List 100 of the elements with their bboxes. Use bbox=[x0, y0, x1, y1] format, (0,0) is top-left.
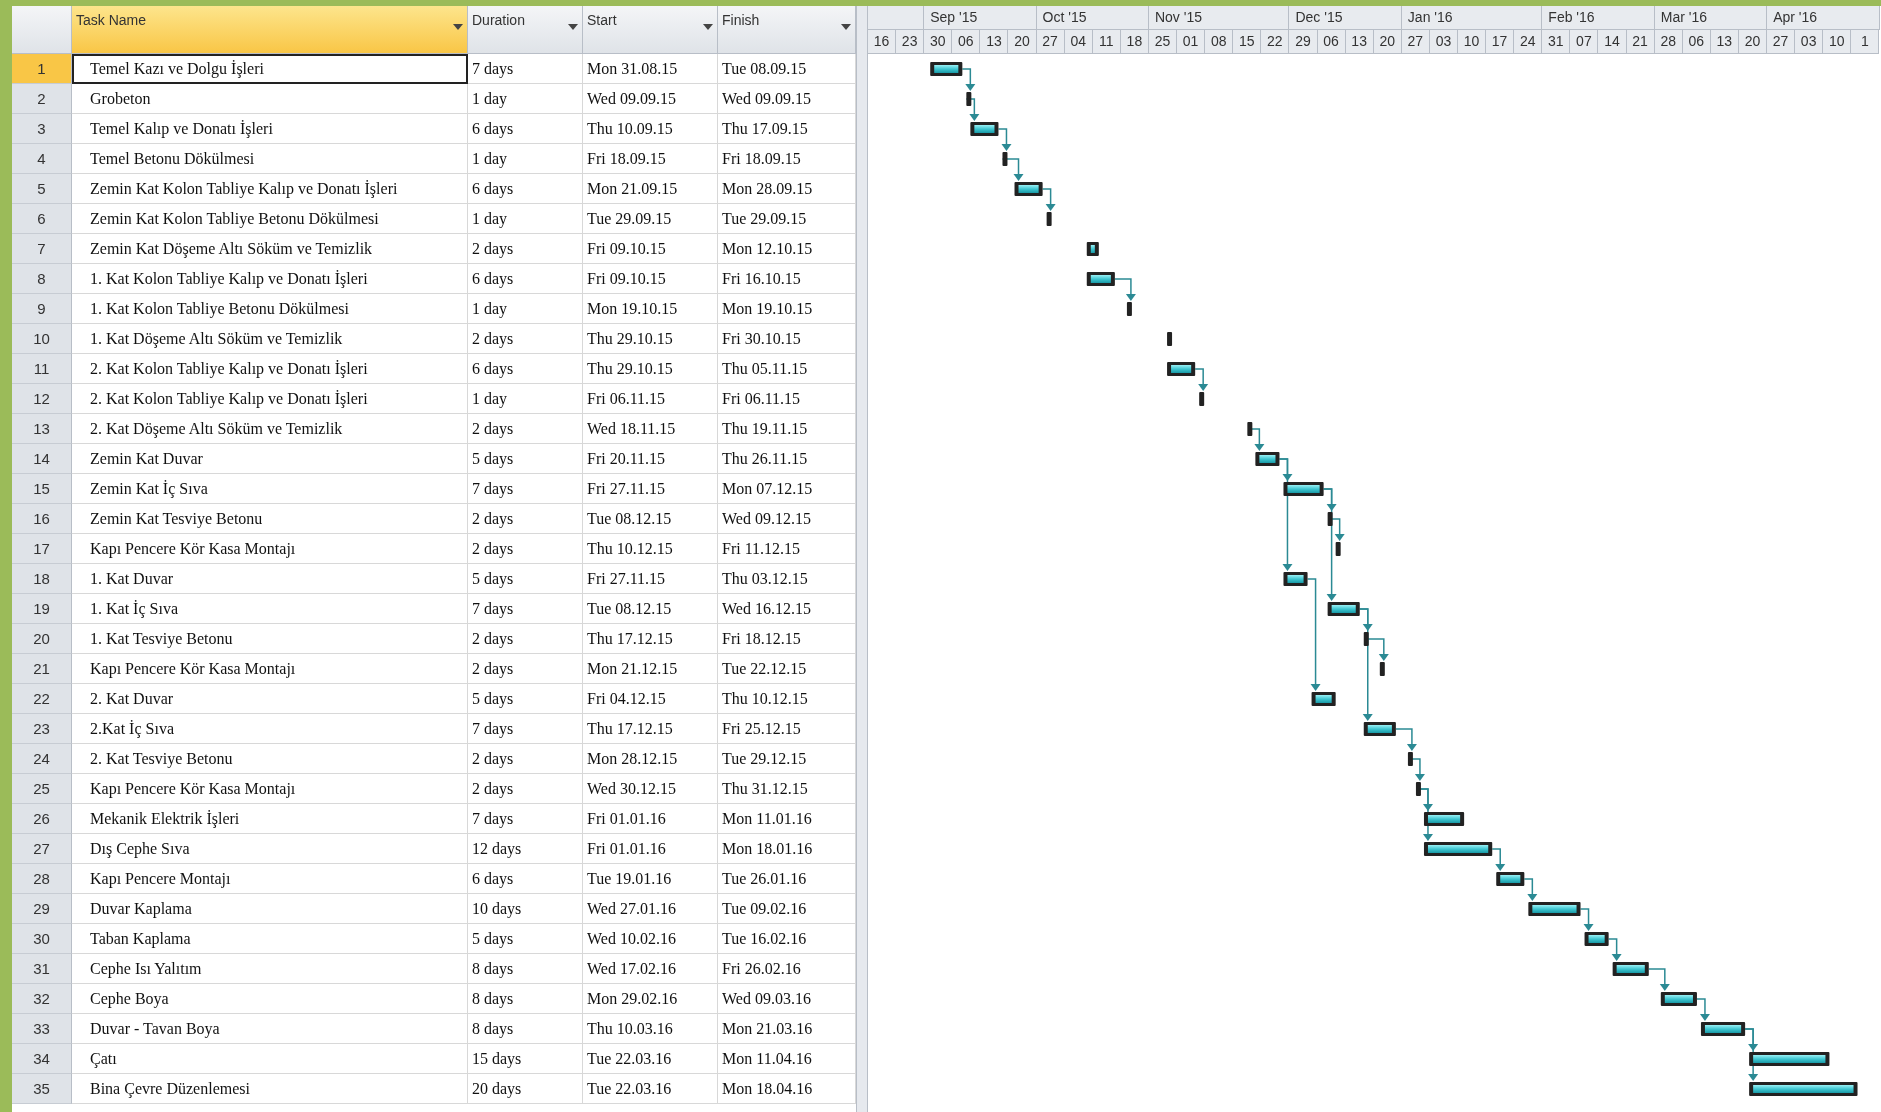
task-name-cell: Kapı Pencere Kör Kasa Montajı bbox=[72, 654, 468, 684]
task-bar[interactable] bbox=[1327, 512, 1333, 526]
task-bar[interactable] bbox=[1423, 812, 1465, 826]
row-number[interactable]: 11 bbox=[12, 354, 72, 384]
duration-cell: 1 day bbox=[468, 204, 583, 234]
week-header: 27 bbox=[1767, 30, 1796, 54]
task-bar[interactable] bbox=[1584, 932, 1609, 946]
row-number[interactable]: 35 bbox=[12, 1074, 72, 1104]
row-number[interactable]: 24 bbox=[12, 744, 72, 774]
row-number[interactable]: 1 bbox=[12, 54, 72, 84]
task-bar[interactable] bbox=[966, 92, 972, 106]
duration-cell: 7 days bbox=[468, 594, 583, 624]
task-bar[interactable] bbox=[1086, 242, 1099, 256]
task-bar[interactable] bbox=[1415, 782, 1421, 796]
row-number[interactable]: 9 bbox=[12, 294, 72, 324]
duration-cell: 6 days bbox=[468, 864, 583, 894]
row-number[interactable]: 22 bbox=[12, 684, 72, 714]
row-number[interactable]: 27 bbox=[12, 834, 72, 864]
task-bar[interactable] bbox=[1283, 482, 1324, 496]
row-number[interactable]: 31 bbox=[12, 954, 72, 984]
start-cell: Fri 06.11.15 bbox=[583, 384, 718, 414]
row-number[interactable]: 26 bbox=[12, 804, 72, 834]
start-cell: Tue 19.01.16 bbox=[583, 864, 718, 894]
month-header: Nov '15 bbox=[1148, 6, 1290, 30]
task-bar[interactable] bbox=[1363, 632, 1369, 646]
task-bar[interactable] bbox=[1335, 542, 1341, 556]
week-header: 28 bbox=[1654, 30, 1683, 54]
column-header[interactable]: Finish bbox=[718, 6, 856, 54]
row-number[interactable]: 29 bbox=[12, 894, 72, 924]
row-number[interactable]: 15 bbox=[12, 474, 72, 504]
row-number[interactable]: 33 bbox=[12, 1014, 72, 1044]
row-number[interactable]: 4 bbox=[12, 144, 72, 174]
dropdown-caret-icon[interactable] bbox=[841, 24, 851, 30]
task-bar[interactable] bbox=[1749, 1052, 1830, 1066]
task-name-cell: 2.Kat İç Sıva bbox=[72, 714, 468, 744]
column-header[interactable]: Task Name bbox=[72, 6, 468, 54]
dropdown-caret-icon[interactable] bbox=[703, 24, 713, 30]
dependency-arrow bbox=[1523, 878, 1538, 901]
task-bar[interactable] bbox=[1086, 272, 1115, 286]
row-number[interactable]: 30 bbox=[12, 924, 72, 954]
row-number[interactable]: 34 bbox=[12, 1044, 72, 1074]
task-bar[interactable] bbox=[1496, 872, 1525, 886]
task-bar[interactable] bbox=[1002, 152, 1008, 166]
task-bar[interactable] bbox=[1167, 332, 1173, 346]
row-number[interactable]: 21 bbox=[12, 654, 72, 684]
start-cell: Thu 29.10.15 bbox=[583, 354, 718, 384]
week-header: 18 bbox=[1120, 30, 1149, 54]
task-bar[interactable] bbox=[1528, 902, 1581, 916]
task-bar[interactable] bbox=[1014, 182, 1043, 196]
row-number[interactable]: 32 bbox=[12, 984, 72, 1014]
task-bar[interactable] bbox=[1700, 1022, 1746, 1036]
task-bar[interactable] bbox=[1363, 722, 1396, 736]
row-number[interactable]: 18 bbox=[12, 564, 72, 594]
column-header[interactable]: Start bbox=[583, 6, 718, 54]
row-number[interactable]: 10 bbox=[12, 324, 72, 354]
task-bar[interactable] bbox=[1423, 842, 1493, 856]
task-bar[interactable] bbox=[1327, 602, 1360, 616]
task-name-cell: Zemin Kat Tesviye Betonu bbox=[72, 504, 468, 534]
row-number[interactable]: 8 bbox=[12, 264, 72, 294]
task-bar[interactable] bbox=[1199, 392, 1205, 406]
row-number[interactable]: 23 bbox=[12, 714, 72, 744]
start-cell: Mon 29.02.16 bbox=[583, 984, 718, 1014]
duration-cell: 2 days bbox=[468, 744, 583, 774]
duration-cell: 1 day bbox=[468, 84, 583, 114]
task-bar[interactable] bbox=[1255, 452, 1280, 466]
task-bar[interactable] bbox=[1247, 422, 1253, 436]
row-number[interactable]: 14 bbox=[12, 444, 72, 474]
row-number[interactable]: 25 bbox=[12, 774, 72, 804]
task-bar[interactable] bbox=[1407, 752, 1413, 766]
duration-cell: 2 days bbox=[468, 654, 583, 684]
task-bar[interactable] bbox=[1379, 662, 1385, 676]
task-bar[interactable] bbox=[1660, 992, 1697, 1006]
row-number[interactable]: 7 bbox=[12, 234, 72, 264]
row-number[interactable]: 20 bbox=[12, 624, 72, 654]
task-bar[interactable] bbox=[1126, 302, 1132, 316]
task-bar[interactable] bbox=[1046, 212, 1052, 226]
duration-cell: 2 days bbox=[468, 774, 583, 804]
row-number[interactable]: 3 bbox=[12, 114, 72, 144]
dropdown-caret-icon[interactable] bbox=[453, 24, 463, 30]
row-number[interactable]: 13 bbox=[12, 414, 72, 444]
row-number[interactable]: 6 bbox=[12, 204, 72, 234]
start-cell: Mon 31.08.15 bbox=[583, 54, 718, 84]
row-number[interactable]: 28 bbox=[12, 864, 72, 894]
task-bar[interactable] bbox=[1283, 572, 1308, 586]
task-bar[interactable] bbox=[1311, 692, 1336, 706]
row-number[interactable]: 19 bbox=[12, 594, 72, 624]
task-bar[interactable] bbox=[930, 62, 963, 76]
row-number[interactable]: 12 bbox=[12, 384, 72, 414]
row-number[interactable]: 17 bbox=[12, 534, 72, 564]
task-bar[interactable] bbox=[1612, 962, 1649, 976]
row-number[interactable]: 2 bbox=[12, 84, 72, 114]
task-name-cell: Taban Kaplama bbox=[72, 924, 468, 954]
start-cell: Thu 10.03.16 bbox=[583, 1014, 718, 1044]
task-bar[interactable] bbox=[970, 122, 999, 136]
row-number[interactable]: 5 bbox=[12, 174, 72, 204]
dropdown-caret-icon[interactable] bbox=[568, 24, 578, 30]
task-bar[interactable] bbox=[1749, 1082, 1858, 1096]
row-number[interactable]: 16 bbox=[12, 504, 72, 534]
column-header[interactable]: Duration bbox=[468, 6, 583, 54]
task-bar[interactable] bbox=[1167, 362, 1196, 376]
